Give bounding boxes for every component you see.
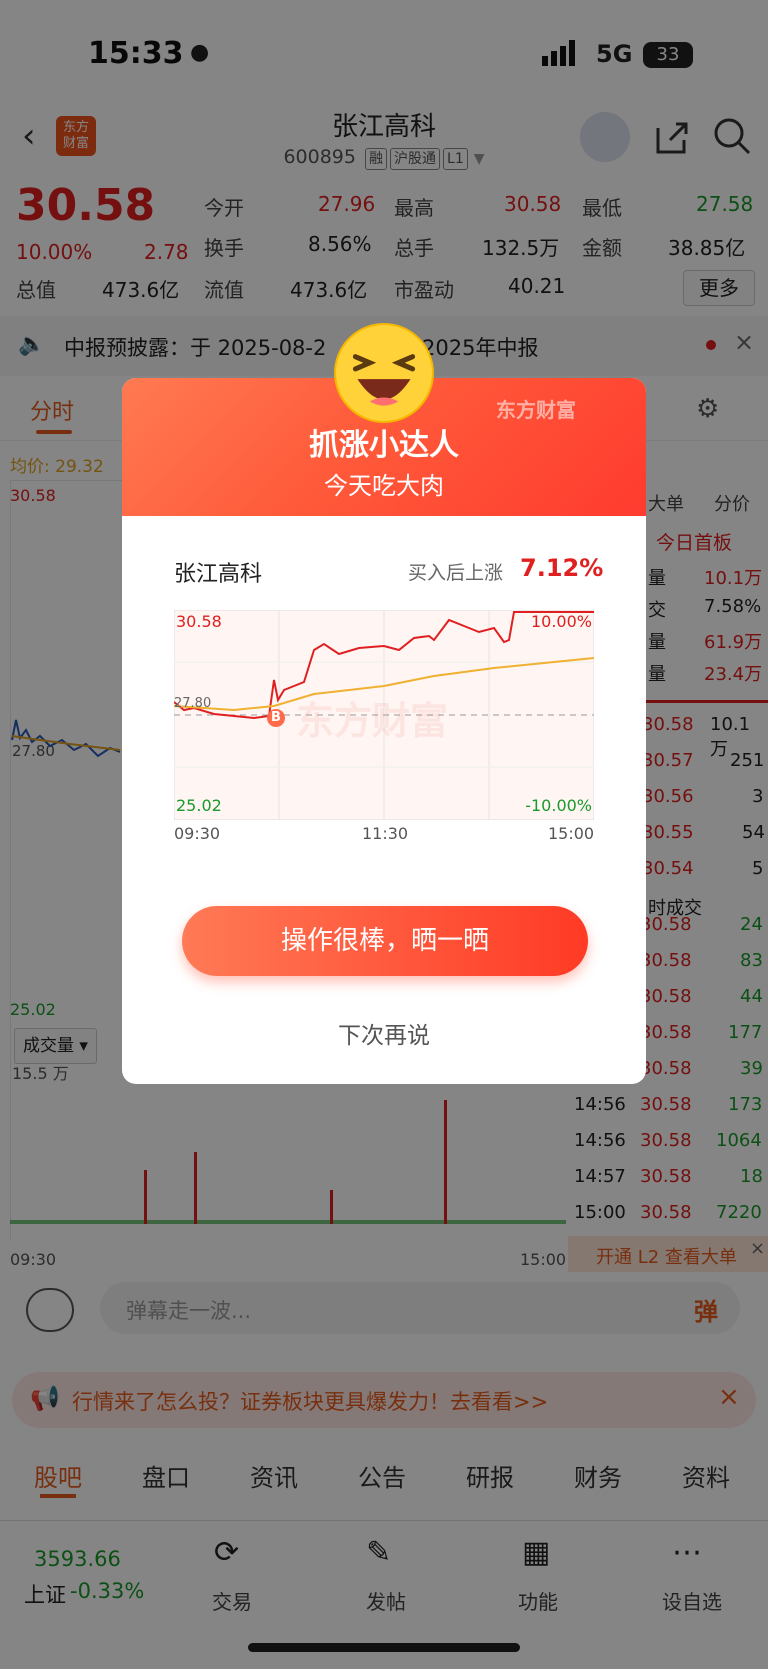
modal-chart-high: 30.58 <box>176 612 222 631</box>
modal-chart-base: 27.80 <box>174 696 212 711</box>
modal-chart-high-pct: 10.00% <box>530 612 592 631</box>
modal-chart-low-pct: -10.00% <box>525 796 592 815</box>
modal-subtitle: 今天吃大肉 <box>324 472 444 500</box>
modal-chart-low: 25.02 <box>176 796 222 815</box>
celebration-modal: 东方财富 抓涨小达人 今天吃大肉 张江高科 买入后上涨 7.12% 27.80 … <box>122 378 646 1084</box>
modal-x-label-mid: 11:30 <box>362 824 409 843</box>
chart-watermark: 东方财富 <box>296 699 449 743</box>
rise-value: 7.12% <box>520 554 604 582</box>
home-indicator <box>248 1643 520 1652</box>
modal-x-label-end: 15:00 <box>548 824 595 843</box>
dismiss-button[interactable]: 下次再说 <box>122 1016 646 1050</box>
rise-label: 买入后上涨 <box>408 562 504 584</box>
modal-x-label-start: 09:30 <box>174 824 221 843</box>
modal-title: 抓涨小达人 <box>309 428 459 463</box>
buy-marker: B <box>271 710 281 725</box>
laughing-emoji-icon <box>334 323 434 423</box>
modal-chart: 27.80 B 东方财富 30.58 25.02 10.00% -10.00% … <box>174 610 594 843</box>
modal-stock-name: 张江高科 <box>174 562 263 587</box>
share-button[interactable]: 操作很棒，晒一晒 <box>182 906 588 976</box>
brand-watermark: 东方财富 <box>496 398 576 422</box>
